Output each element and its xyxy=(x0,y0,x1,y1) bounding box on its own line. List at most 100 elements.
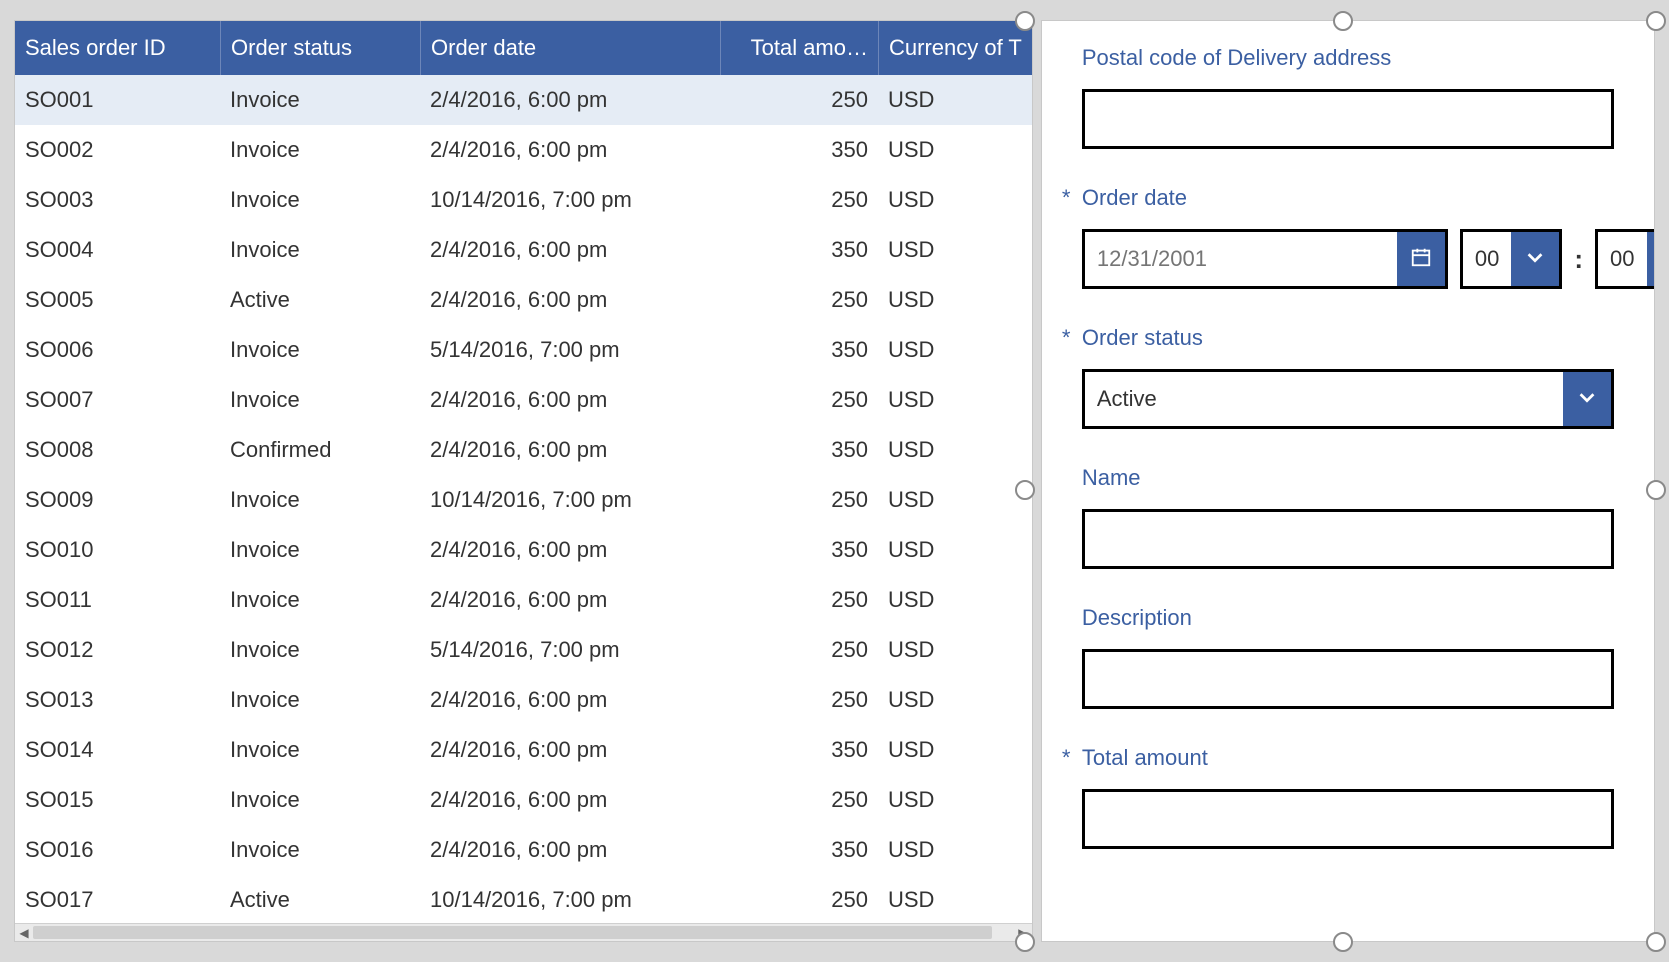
calendar-button[interactable] xyxy=(1397,232,1445,286)
order-date-label-text: Order date xyxy=(1082,185,1187,211)
cell-order-date: 2/4/2016, 6:00 pm xyxy=(420,837,720,863)
field-postal-code: Postal code of Delivery address xyxy=(1082,45,1614,149)
minute-dropdown-button[interactable] xyxy=(1647,232,1656,286)
table-row[interactable]: SO005Active2/4/2016, 6:00 pm250USD xyxy=(15,275,1032,325)
table-row[interactable]: SO006Invoice5/14/2016, 7:00 pm350USD xyxy=(15,325,1032,375)
cell-currency: USD xyxy=(878,287,1032,313)
column-header-order-date[interactable]: Order date xyxy=(420,21,720,75)
resize-handle-nw[interactable] xyxy=(1015,11,1035,31)
cell-order-date: 2/4/2016, 6:00 pm xyxy=(420,387,720,413)
cell-order-status: Invoice xyxy=(220,837,420,863)
cell-currency: USD xyxy=(878,687,1032,713)
table-row[interactable]: SO008Confirmed2/4/2016, 6:00 pm350USD xyxy=(15,425,1032,475)
resize-handle-n[interactable] xyxy=(1333,11,1353,31)
cell-currency: USD xyxy=(878,337,1032,363)
cell-total-amount: 250 xyxy=(720,637,878,663)
cell-sales-order-id: SO011 xyxy=(15,587,220,613)
cell-order-status: Invoice xyxy=(220,387,420,413)
resize-handle-ne[interactable] xyxy=(1646,11,1666,31)
cell-currency: USD xyxy=(878,487,1032,513)
column-header-order-status[interactable]: Order status xyxy=(220,21,420,75)
cell-order-date: 10/14/2016, 7:00 pm xyxy=(420,887,720,913)
resize-handle-s[interactable] xyxy=(1333,932,1353,952)
postal-code-input[interactable] xyxy=(1082,89,1614,149)
column-header-currency[interactable]: Currency of T xyxy=(878,21,1032,75)
order-status-label-text: Order status xyxy=(1082,325,1203,351)
table-row[interactable]: SO010Invoice2/4/2016, 6:00 pm350USD xyxy=(15,525,1032,575)
name-input[interactable] xyxy=(1082,509,1614,569)
table-row[interactable]: SO014Invoice2/4/2016, 6:00 pm350USD xyxy=(15,725,1032,775)
resize-handle-se[interactable] xyxy=(1646,932,1666,952)
cell-order-status: Invoice xyxy=(220,537,420,563)
cell-order-date: 2/4/2016, 6:00 pm xyxy=(420,737,720,763)
cell-currency: USD xyxy=(878,437,1032,463)
table-row[interactable]: SO015Invoice2/4/2016, 6:00 pm250USD xyxy=(15,775,1032,825)
cell-currency: USD xyxy=(878,737,1032,763)
resize-handle-sw[interactable] xyxy=(1015,932,1035,952)
table-row[interactable]: SO001Invoice2/4/2016, 6:00 pm250USD xyxy=(15,75,1032,125)
cell-sales-order-id: SO017 xyxy=(15,887,220,913)
table-row[interactable]: SO007Invoice2/4/2016, 6:00 pm250USD xyxy=(15,375,1032,425)
horizontal-scrollbar[interactable]: ◀ ▶ xyxy=(15,923,1032,941)
field-order-date: * Order date 00 xyxy=(1082,185,1614,289)
cell-order-status: Invoice xyxy=(220,237,420,263)
cell-order-status: Invoice xyxy=(220,737,420,763)
cell-order-date: 10/14/2016, 7:00 pm xyxy=(420,187,720,213)
table-row[interactable]: SO012Invoice5/14/2016, 7:00 pm250USD xyxy=(15,625,1032,675)
cell-currency: USD xyxy=(878,887,1032,913)
cell-total-amount: 250 xyxy=(720,687,878,713)
cell-total-amount: 250 xyxy=(720,187,878,213)
cell-total-amount: 250 xyxy=(720,387,878,413)
table-row[interactable]: SO003Invoice10/14/2016, 7:00 pm250USD xyxy=(15,175,1032,225)
field-name: Name xyxy=(1082,465,1614,569)
table-row[interactable]: SO009Invoice10/14/2016, 7:00 pm250USD xyxy=(15,475,1032,525)
cell-order-date: 2/4/2016, 6:00 pm xyxy=(420,787,720,813)
cell-total-amount: 250 xyxy=(720,487,878,513)
table-body[interactable]: SO001Invoice2/4/2016, 6:00 pm250USDSO002… xyxy=(15,75,1032,923)
column-header-sales-order-id[interactable]: Sales order ID xyxy=(15,21,220,75)
description-input[interactable] xyxy=(1082,649,1614,709)
resize-handle-e[interactable] xyxy=(1646,480,1666,500)
cell-currency: USD xyxy=(878,87,1032,113)
field-description: Description xyxy=(1082,605,1614,709)
cell-currency: USD xyxy=(878,637,1032,663)
total-amount-input[interactable] xyxy=(1082,789,1614,849)
cell-sales-order-id: SO005 xyxy=(15,287,220,313)
order-details-form-panel: Postal code of Delivery address * Order … xyxy=(1041,20,1655,942)
field-order-status: * Order status Active xyxy=(1082,325,1614,429)
cell-order-status: Invoice xyxy=(220,87,420,113)
total-amount-label: * Total amount xyxy=(1082,745,1614,771)
cell-sales-order-id: SO016 xyxy=(15,837,220,863)
order-status-select[interactable]: Active xyxy=(1082,369,1614,429)
scroll-left-arrow-icon[interactable]: ◀ xyxy=(15,924,33,941)
table-row[interactable]: SO013Invoice2/4/2016, 6:00 pm250USD xyxy=(15,675,1032,725)
description-label: Description xyxy=(1082,605,1614,631)
cell-currency: USD xyxy=(878,387,1032,413)
cell-sales-order-id: SO002 xyxy=(15,137,220,163)
minute-select[interactable]: 00 xyxy=(1595,229,1655,289)
table-row[interactable]: SO011Invoice2/4/2016, 6:00 pm250USD xyxy=(15,575,1032,625)
cell-order-status: Invoice xyxy=(220,687,420,713)
hour-dropdown-button[interactable] xyxy=(1511,232,1559,286)
order-date-input[interactable] xyxy=(1085,232,1397,286)
table-row[interactable]: SO002Invoice2/4/2016, 6:00 pm350USD xyxy=(15,125,1032,175)
table-row[interactable]: SO004Invoice2/4/2016, 6:00 pm350USD xyxy=(15,225,1032,275)
table-row[interactable]: SO016Invoice2/4/2016, 6:00 pm350USD xyxy=(15,825,1032,875)
hour-select[interactable]: 00 xyxy=(1460,229,1562,289)
cell-sales-order-id: SO003 xyxy=(15,187,220,213)
cell-order-status: Invoice xyxy=(220,187,420,213)
cell-total-amount: 250 xyxy=(720,587,878,613)
cell-total-amount: 350 xyxy=(720,737,878,763)
scroll-thumb[interactable] xyxy=(33,926,992,939)
table-row[interactable]: SO017Active10/14/2016, 7:00 pm250USD xyxy=(15,875,1032,923)
resize-handle-w[interactable] xyxy=(1015,480,1035,500)
cell-total-amount: 350 xyxy=(720,337,878,363)
column-header-total-amount[interactable]: Total amo… xyxy=(720,21,878,75)
cell-order-status: Active xyxy=(220,287,420,313)
order-status-value: Active xyxy=(1085,372,1563,426)
cell-sales-order-id: SO012 xyxy=(15,637,220,663)
cell-order-status: Invoice xyxy=(220,787,420,813)
status-dropdown-button[interactable] xyxy=(1563,372,1611,426)
minute-value: 00 xyxy=(1598,232,1646,286)
cell-total-amount: 350 xyxy=(720,137,878,163)
